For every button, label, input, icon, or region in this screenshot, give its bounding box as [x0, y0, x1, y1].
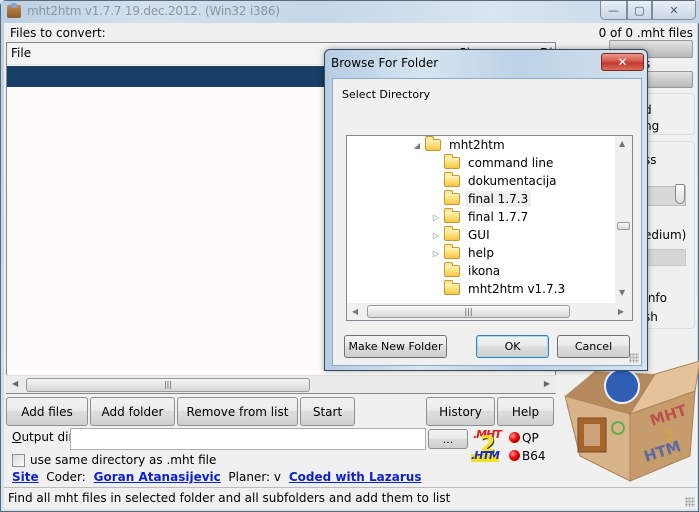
mht2htm-logo: .MHT 2 .HTM — [471, 428, 503, 462]
help-button[interactable]: Help — [497, 397, 554, 426]
scroll-down-icon[interactable]: ▼ — [619, 288, 625, 297]
dialog-resize-grip[interactable] — [629, 353, 639, 363]
scroll-right-icon[interactable]: ▶ — [544, 379, 550, 388]
folder-icon — [444, 208, 460, 223]
output-dir-label: Output dir — [12, 430, 73, 444]
tree-item-label: dokumentacija — [468, 174, 557, 188]
collapsed-arrow-icon[interactable]: ▷ — [430, 231, 442, 240]
folder-icon — [444, 172, 460, 187]
tree-horizontal-scrollbar[interactable]: ◀ ||| ▶ — [347, 303, 632, 320]
remove-from-list-button[interactable]: Remove from list — [177, 397, 298, 426]
files-to-convert-label: Files to convert: — [10, 26, 106, 40]
maximize-button[interactable]: ▢ — [627, 1, 652, 20]
tree-item-gui[interactable]: ▷ GUI — [430, 226, 493, 244]
window-title: mht2htm v1.7.7 19.dec.2012. (Win32 i386) — [27, 4, 280, 18]
same-directory-label[interactable]: use same directory as .mht file — [30, 453, 216, 467]
title-bar[interactable]: mht2htm v1.7.7 19.dec.2012. (Win32 i386) — [1, 1, 699, 23]
tree-item-command-line[interactable]: command line — [430, 154, 556, 172]
tree-item-help[interactable]: ▷ help — [430, 244, 497, 262]
dialog-close-button[interactable]: ✕ — [601, 53, 644, 71]
credits-links: Site Coder: Goran Atanasijevic Planer: v… — [12, 470, 421, 484]
scroll-thumb[interactable]: ||| — [26, 378, 310, 392]
browse-output-button[interactable]: ... — [428, 429, 468, 449]
folder-icon — [444, 244, 460, 259]
column-header-file[interactable]: File — [11, 46, 31, 60]
tree-item-label: command line — [468, 156, 554, 170]
cardboard-box-illustration: MHT 2 HTM — [564, 360, 699, 482]
tree-item-label: mht2htm — [449, 138, 505, 152]
dialog-body: Select Directory ◢ mht2htm command line … — [332, 78, 642, 366]
output-dir-label-text: utput dir — [21, 430, 74, 444]
scroll-left-icon[interactable]: ◀ — [12, 379, 18, 388]
quality-field[interactable] — [644, 249, 686, 266]
history-button[interactable]: History — [426, 397, 495, 426]
browse-for-folder-dialog: Browse For Folder ✕ Select Directory ◢ m… — [324, 49, 648, 371]
collapsed-arrow-icon[interactable]: ▷ — [430, 213, 442, 222]
tree-item-final-1-7-3[interactable]: final 1.7.3 — [430, 190, 532, 208]
expanded-arrow-icon[interactable]: ◢ — [411, 141, 423, 150]
app-box-icon — [7, 3, 21, 18]
folder-icon — [444, 280, 460, 295]
collapsed-arrow-icon[interactable]: ▷ — [430, 249, 442, 258]
coder-link[interactable]: Goran Atanasijevic — [94, 470, 221, 484]
folder-icon — [444, 262, 460, 277]
folder-icon — [425, 136, 441, 151]
scroll-thumb[interactable]: ||| — [367, 305, 570, 318]
tree-item-final-1-7-7[interactable]: ▷ final 1.7.7 — [430, 208, 531, 226]
make-new-folder-button[interactable]: Make New Folder — [344, 335, 447, 358]
folder-icon — [444, 190, 460, 205]
select-directory-label: Select Directory — [342, 88, 431, 101]
tree-item-label: ikona — [468, 264, 501, 278]
status-text: Find all mht files in selected folder an… — [8, 491, 451, 505]
ok-button[interactable]: OK — [476, 335, 549, 358]
add-folder-button[interactable]: Add folder — [90, 397, 175, 426]
tree-item-mht2htm[interactable]: ◢ mht2htm — [411, 136, 508, 154]
status-bar: Find all mht files in selected folder an… — [4, 487, 697, 509]
dialog-title: Browse For Folder — [331, 56, 439, 70]
scroll-up-icon[interactable]: ▲ — [619, 139, 625, 148]
close-icon: ✕ — [617, 55, 628, 69]
quality-label: edium) — [644, 228, 687, 242]
quality-slider-thumb[interactable] — [675, 184, 685, 204]
folder-icon — [444, 226, 460, 241]
close-icon: ✕ — [669, 3, 679, 17]
output-dir-input[interactable] — [70, 428, 426, 450]
minimize-button[interactable]: — — [600, 1, 627, 20]
maximize-icon: ▢ — [634, 3, 645, 17]
close-button[interactable]: ✕ — [652, 1, 696, 20]
tree-item-dokumentacija[interactable]: dokumentacija — [430, 172, 560, 190]
tree-item-label: help — [468, 246, 494, 260]
resize-grip[interactable] — [685, 497, 695, 507]
tree-item-label: final 1.7.3 — [465, 191, 532, 207]
coder-label: Coder: — [46, 470, 86, 484]
file-count-label: 0 of 0 .mht files — [598, 26, 693, 40]
scroll-right-icon[interactable]: ▶ — [618, 307, 624, 316]
folder-tree[interactable]: ◢ mht2htm command line dokumentacija fin… — [346, 135, 633, 321]
qp-label: QP — [522, 431, 539, 445]
planer-label: Planer: v — [228, 470, 281, 484]
lazarus-link[interactable]: Coded with Lazarus — [289, 470, 422, 484]
scroll-thumb[interactable] — [617, 222, 630, 230]
tree-item-label: mht2htm v1.7.3 — [468, 282, 566, 296]
minimize-icon: — — [608, 3, 619, 17]
qp-status-led-icon — [509, 432, 520, 443]
add-files-button[interactable]: Add files — [6, 397, 88, 426]
logo-htm-text: .HTM — [471, 449, 500, 462]
start-button[interactable]: Start — [300, 397, 355, 426]
tree-vertical-scrollbar[interactable]: ▲ ▼ — [615, 136, 632, 303]
b64-status-led-icon — [509, 450, 520, 461]
scroll-left-icon[interactable]: ◀ — [352, 307, 358, 316]
tree-item-mht2htm-v1-7-3[interactable]: mht2htm v1.7.3 — [430, 280, 568, 298]
same-directory-checkbox[interactable] — [12, 454, 25, 467]
tree-item-label: final 1.7.7 — [468, 210, 529, 224]
cancel-button[interactable]: Cancel — [557, 335, 630, 358]
b64-label: B64 — [522, 449, 546, 463]
tree-item-ikona[interactable]: ikona — [430, 262, 503, 280]
folder-icon — [444, 154, 460, 169]
tree-item-label: GUI — [468, 228, 490, 242]
site-link[interactable]: Site — [12, 470, 39, 484]
file-list-horizontal-scrollbar[interactable]: ◀ ||| ▶ — [6, 375, 556, 393]
